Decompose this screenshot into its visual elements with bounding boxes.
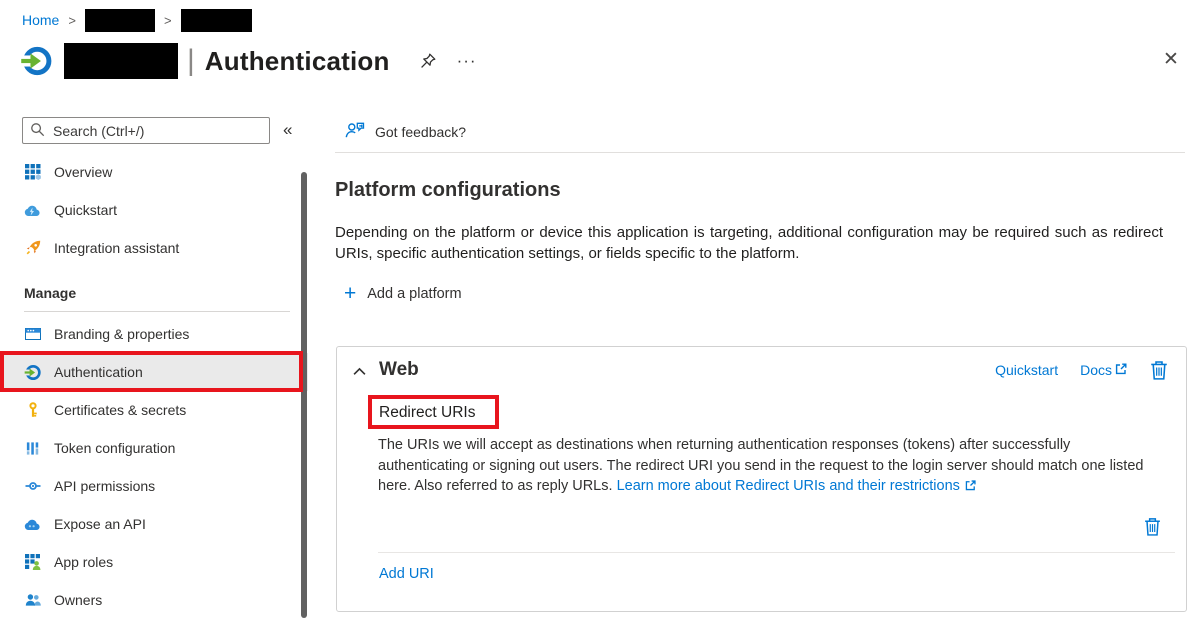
section-title: Platform configurations xyxy=(335,179,561,202)
sidebar-item-quickstart[interactable]: Quickstart xyxy=(0,191,308,229)
sidebar-item-label: Overview xyxy=(54,164,112,180)
sidebar-search xyxy=(22,117,270,144)
expose-api-icon xyxy=(24,516,41,533)
sidebar-item-label: API permissions xyxy=(54,478,155,494)
sidebar-item-label: Expose an API xyxy=(54,516,146,532)
search-input[interactable] xyxy=(22,117,270,144)
sidebar-item-integration-assistant[interactable]: Integration assistant xyxy=(0,229,308,267)
add-platform-label: Add a platform xyxy=(367,286,461,302)
blade-header: | Authentication ··· xyxy=(20,42,477,80)
sidebar-item-api-permissions[interactable]: API permissions xyxy=(0,467,308,505)
sidebar-item-token-configuration[interactable]: Token configuration xyxy=(0,429,308,467)
add-uri-link[interactable]: Add URI xyxy=(379,566,434,582)
authentication-icon xyxy=(24,364,41,381)
page-title: Authentication xyxy=(205,46,390,77)
sidebar-nav-top: Overview Quickstart Integration assist xyxy=(0,153,308,267)
app-registration-icon xyxy=(20,45,52,77)
feedback-icon xyxy=(345,121,365,142)
chevron-up-icon[interactable] xyxy=(353,367,366,376)
sidebar-nav-manage: Branding & properties Authentication xyxy=(0,315,308,619)
app-roles-icon xyxy=(24,554,41,571)
certificates-icon xyxy=(24,402,41,419)
section-description: Depending on the platform or device this… xyxy=(335,222,1163,264)
sidebar-group-divider xyxy=(24,311,290,312)
quickstart-link[interactable]: Quickstart xyxy=(995,362,1058,378)
uri-row-divider xyxy=(378,552,1175,553)
sidebar-item-certificates-secrets[interactable]: Certificates & secrets xyxy=(0,391,308,429)
integration-assistant-icon xyxy=(24,240,41,257)
sidebar-item-label: Authentication xyxy=(54,364,143,380)
delete-web-platform-icon[interactable] xyxy=(1150,360,1168,380)
sidebar-group-manage: Manage xyxy=(24,285,76,301)
breadcrumb-redacted-directory[interactable] xyxy=(85,9,155,32)
redirect-uris-description: The URIs we will accept as destinations … xyxy=(378,435,1146,497)
breadcrumb-separator: > xyxy=(164,13,172,28)
docs-link[interactable]: Docs xyxy=(1080,362,1128,379)
sidebar-item-label: Token configuration xyxy=(54,440,175,456)
token-configuration-icon xyxy=(24,440,41,457)
breadcrumb-home-link[interactable]: Home xyxy=(22,12,59,28)
add-platform-button[interactable]: + Add a platform xyxy=(344,285,462,303)
breadcrumb-separator: > xyxy=(68,13,76,28)
sidebar-item-label: Owners xyxy=(54,592,102,608)
sidebar-item-app-roles[interactable]: App roles xyxy=(0,543,308,581)
docs-link-label: Docs xyxy=(1080,362,1112,378)
sidebar-item-label: Branding & properties xyxy=(54,326,189,342)
got-feedback-button[interactable]: Got feedback? xyxy=(345,121,466,142)
sidebar-item-label: App roles xyxy=(54,554,113,570)
commandbar-divider xyxy=(335,152,1185,153)
api-permissions-icon xyxy=(24,478,41,495)
pin-icon[interactable] xyxy=(420,53,436,69)
breadcrumb: Home > > xyxy=(22,8,252,32)
redirect-uris-title: Redirect URIs xyxy=(379,404,475,422)
sidebar-item-expose-an-api[interactable]: Expose an API xyxy=(0,505,308,543)
close-icon[interactable]: ✕ xyxy=(1163,48,1179,71)
sidebar-item-authentication[interactable]: Authentication xyxy=(0,353,308,391)
title-separator: | xyxy=(187,44,195,78)
web-card-header: Web Quickstart Docs xyxy=(353,359,1168,381)
sidebar-item-branding-properties[interactable]: Branding & properties xyxy=(0,315,308,353)
overview-icon xyxy=(24,164,41,181)
sidebar-item-label: Certificates & secrets xyxy=(54,402,186,418)
plus-icon: + xyxy=(344,285,356,303)
quickstart-icon xyxy=(24,202,41,219)
learn-more-link[interactable]: Learn more about Redirect URIs and their… xyxy=(617,478,960,494)
collapse-sidebar-icon[interactable]: « xyxy=(283,120,292,140)
delete-uri-icon[interactable] xyxy=(1144,517,1161,536)
sidebar-item-overview[interactable]: Overview xyxy=(0,153,308,191)
feedback-label: Got feedback? xyxy=(375,124,466,140)
sidebar-item-owners[interactable]: Owners xyxy=(0,581,308,619)
azure-portal-page: Home > > | Authentication ··· xyxy=(0,0,1200,621)
more-options-icon[interactable]: ··· xyxy=(457,56,477,66)
sidebar-scrollbar[interactable] xyxy=(301,172,307,618)
sidebar-item-label: Quickstart xyxy=(54,202,117,218)
web-platform-card: Web Quickstart Docs xyxy=(336,346,1187,612)
sidebar-item-label: Integration assistant xyxy=(54,240,179,256)
branding-icon xyxy=(24,326,41,343)
external-link-icon xyxy=(1114,362,1128,379)
breadcrumb-redacted-app[interactable] xyxy=(181,9,252,32)
search-icon xyxy=(30,122,45,142)
web-card-title: Web xyxy=(379,359,419,381)
app-name-redacted xyxy=(64,43,178,79)
external-link-icon xyxy=(960,478,977,494)
owners-icon xyxy=(24,592,41,609)
